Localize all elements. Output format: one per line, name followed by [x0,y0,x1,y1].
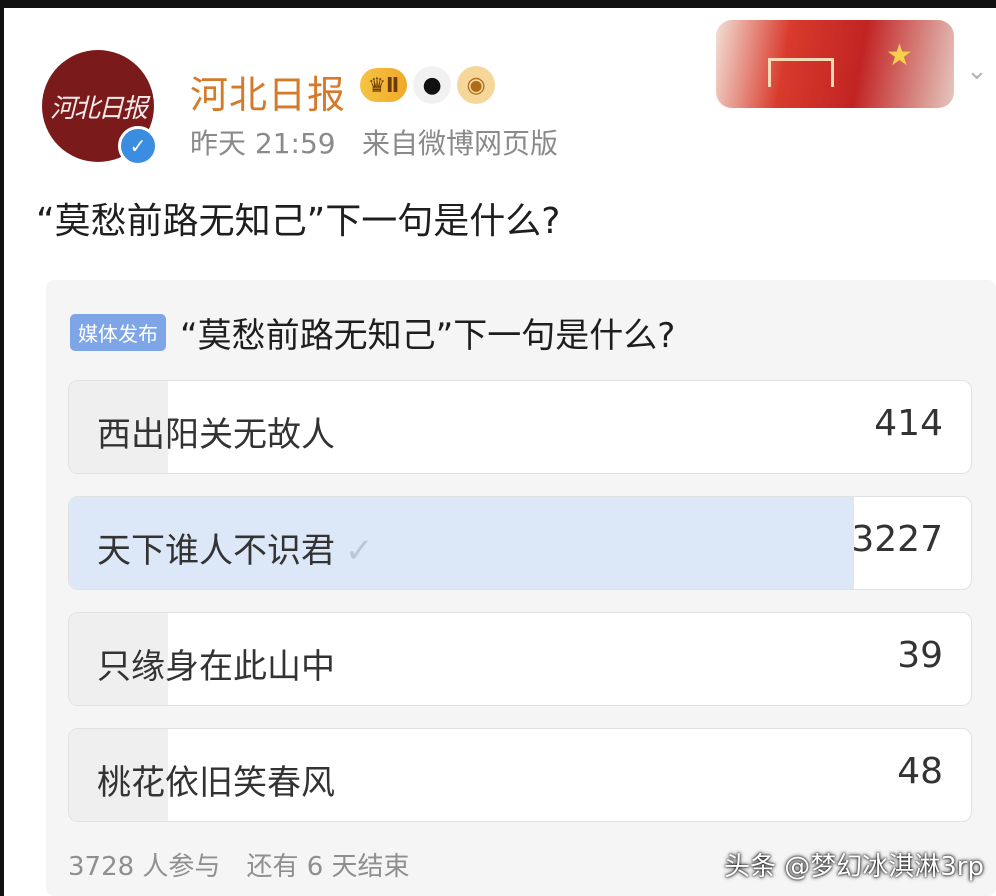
tiananmen-icon [768,58,834,87]
post-text: “莫愁前路无知己”下一句是什么? [36,201,561,242]
poll-footer: 3728 人参与 还有 6 天结束 [68,846,410,883]
level-badge: Ⅱ [385,73,400,97]
star-icon: ★ [886,38,913,73]
badge-row: ♛ Ⅱ ● ◉ [360,66,496,104]
poll-option[interactable]: 只缘身在此山中 39 [68,612,972,706]
poll-option-label: 只缘身在此山中 [97,647,335,687]
participant-count: 3728 人参与 [68,852,221,882]
post-time: 昨天 21:59 [190,127,336,160]
media-tag: 媒体发布 [70,314,166,351]
poll-option-count: 39 [897,635,943,676]
poll-option[interactable]: 西出阳关无故人 414 [68,380,972,474]
poll-option-count: 48 [897,751,943,792]
poll-card: 媒体发布 “莫愁前路无知己”下一句是什么? 西出阳关无故人 414 天下谁人不识… [46,280,996,896]
poll-option-count: 3227 [851,519,943,560]
chevron-down-icon[interactable]: ⌄ [966,56,988,86]
verified-icon: ✓ [118,126,158,166]
screen-top-edge [0,0,996,8]
username[interactable]: 河北日报 [190,64,346,119]
watermark: 头条 @梦幻冰淇淋3rp [724,852,985,882]
decorative-banner: ★ [716,20,954,108]
poll-option-label: 西出阳关无故人 [97,415,335,455]
screen-left-edge [0,0,4,896]
check-icon: ✓ [345,531,374,571]
time-remaining: 还有 6 天结束 [246,852,410,882]
poll-option[interactable]: 桃花依旧笑春风 48 [68,728,972,822]
fish-badge-icon[interactable]: ◉ [457,66,496,104]
poll-title: “莫愁前路无知己”下一句是什么? [180,316,676,356]
crown-badge-icon[interactable]: ♛ Ⅱ [360,68,408,102]
poll-option-label: 天下谁人不识君 ✓ [97,523,374,572]
poll-option-label: 桃花依旧笑春风 [97,763,335,803]
avatar-logo: 河北日报 [49,93,148,124]
poll-header: 媒体发布 “莫愁前路无知己”下一句是什么? [70,308,675,357]
panda-badge-icon[interactable]: ● [413,66,452,104]
poll-option-text: 天下谁人不识君 [97,531,335,571]
poll-option-count: 414 [874,403,943,444]
post-source: 来自微博网页版 [362,127,559,160]
poll-option[interactable]: 天下谁人不识君 ✓ 3227 [68,496,972,590]
